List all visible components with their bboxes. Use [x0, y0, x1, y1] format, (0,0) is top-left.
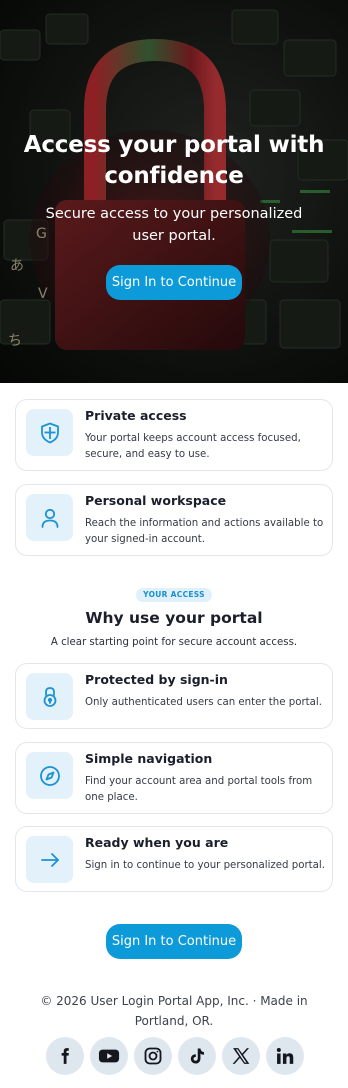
- benefit-icon-box: [26, 673, 73, 720]
- facebook-link[interactable]: [46, 1037, 84, 1075]
- benefit-icon-box: [26, 752, 73, 799]
- feature-text: Reach the information and actions availa…: [85, 518, 324, 545]
- feature-title: Personal workspace: [85, 493, 227, 508]
- hero-subtitle: Secure access to your personalized user …: [45, 206, 303, 244]
- x-link[interactable]: [222, 1037, 260, 1075]
- social-links: [46, 1037, 304, 1079]
- benefit-text: Find your account area and portal tools …: [85, 776, 313, 803]
- section-subtitle: A clear starting point for secure accoun…: [50, 637, 298, 648]
- benefit-card-navigation: Simple navigation Find your account area…: [15, 742, 333, 814]
- benefit-text: Sign in to continue to your personalized…: [85, 860, 325, 871]
- linkedin-link[interactable]: [266, 1037, 304, 1075]
- feature-title: Private access: [85, 408, 187, 423]
- benefit-text: Only authenticated users can enter the p…: [85, 697, 322, 708]
- section-badge: YOUR ACCESS: [136, 588, 212, 602]
- compass-icon: [39, 765, 60, 786]
- lock-icon: [43, 686, 56, 707]
- section-title: Why use your portal: [85, 609, 263, 627]
- user-icon: [41, 508, 58, 528]
- linkedin-icon: [276, 1048, 294, 1064]
- instagram-link[interactable]: [134, 1037, 172, 1075]
- instagram-icon: [144, 1047, 162, 1065]
- x-icon: [232, 1048, 250, 1064]
- benefit-title: Ready when you are: [85, 835, 229, 850]
- benefit-title: Simple navigation: [85, 751, 213, 766]
- benefit-card-protected: Protected by sign-in Only authenticated …: [15, 663, 333, 729]
- feature-card-private-access: Private access Your portal keeps account…: [15, 399, 333, 471]
- youtube-link[interactable]: [90, 1037, 128, 1075]
- facebook-icon: [61, 1048, 69, 1064]
- youtube-icon: [98, 1049, 120, 1063]
- hero-section: G V あ ち Access your portal with confiden…: [0, 0, 348, 383]
- shield-icon: [40, 422, 59, 443]
- feature-icon-box: [26, 409, 73, 456]
- hero-title: Access your portal with confidence: [23, 132, 325, 189]
- hero-sign-in-button[interactable]: Sign In to Continue: [106, 265, 242, 300]
- tiktok-icon: [190, 1048, 204, 1064]
- benefit-card-ready: Ready when you are Sign in to continue t…: [15, 826, 333, 892]
- tiktok-link[interactable]: [178, 1037, 216, 1075]
- benefit-icon-box: [26, 836, 73, 883]
- hero-content: Access your portal with confidence Secur…: [0, 0, 348, 383]
- feature-text: Your portal keeps account access focused…: [85, 433, 301, 460]
- footer-copyright: © 2026 User Login Portal App, Inc. · Mad…: [40, 994, 308, 1028]
- bottom-sign-in-button[interactable]: Sign In to Continue: [106, 924, 242, 959]
- benefit-title: Protected by sign-in: [85, 672, 228, 687]
- arrow-right-icon: [40, 852, 59, 867]
- feature-icon-box: [26, 494, 73, 541]
- feature-card-personal-workspace: Personal workspace Reach the information…: [15, 484, 333, 556]
